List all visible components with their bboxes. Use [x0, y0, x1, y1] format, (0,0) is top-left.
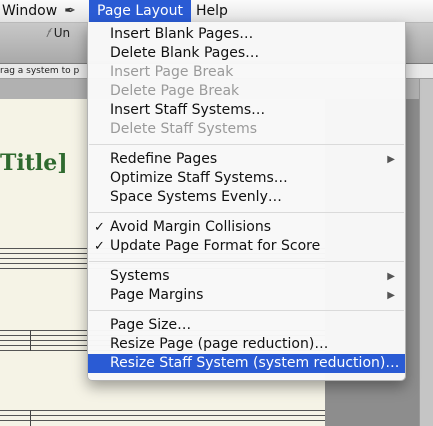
submenu-arrow-icon: ▶: [387, 290, 395, 301]
menu-item-label: Systems: [110, 268, 170, 284]
checkmark-icon: ✓: [94, 220, 105, 235]
menu-page-layout[interactable]: Page Layout: [89, 0, 191, 22]
script-icon[interactable]: ✒: [60, 0, 80, 22]
menu-item-label: Insert Blank Pages…: [110, 26, 254, 42]
menu-item-optimize-staff-systems[interactable]: Optimize Staff Systems…: [88, 169, 405, 188]
document-tab-label: Un: [53, 26, 71, 40]
submenu-arrow-icon: ▶: [387, 154, 395, 165]
menu-item-redefine-pages[interactable]: Redefine Pages ▶: [88, 150, 405, 169]
menu-item-insert-page-break: Insert Page Break: [88, 63, 405, 82]
checkmark-icon: ✓: [94, 239, 105, 254]
vertical-scrollbar[interactable]: [419, 79, 433, 426]
menu-item-insert-blank-pages[interactable]: Insert Blank Pages…: [88, 25, 405, 44]
menu-item-label: Space Systems Evenly…: [110, 189, 282, 205]
document-tab[interactable]: 𝑓 Un: [46, 26, 70, 41]
menu-item-space-systems-evenly[interactable]: Space Systems Evenly…: [88, 188, 405, 207]
menu-item-label: Delete Staff Systems: [110, 121, 257, 137]
menu-item-label: Insert Staff Systems…: [110, 102, 266, 118]
menu-item-update-page-format-for-score[interactable]: ✓ Update Page Format for Score: [88, 237, 405, 256]
barline: [30, 330, 31, 351]
finale-document-icon: 𝑓: [46, 26, 50, 40]
menu-item-label: Redefine Pages: [110, 151, 218, 167]
menu-item-page-margins[interactable]: Page Margins ▶: [88, 286, 405, 305]
menu-item-label: Optimize Staff Systems…: [110, 170, 288, 186]
page-layout-menu: Insert Blank Pages… Delete Blank Pages… In…: [87, 22, 406, 381]
menu-help[interactable]: Help: [188, 0, 236, 22]
menu-item-label: Delete Page Break: [110, 83, 240, 99]
score-title: Title]: [0, 150, 68, 176]
menu-item-delete-staff-systems: Delete Staff Systems: [88, 120, 405, 139]
menu-item-label: Insert Page Break: [110, 64, 234, 80]
menu-item-page-size[interactable]: Page Size…: [88, 316, 405, 335]
menu-item-resize-staff-system-system-reduction[interactable]: Resize Staff System (system reduction)…: [88, 354, 405, 373]
menu-item-resize-page-page-reduction[interactable]: Resize Page (page reduction)…: [88, 335, 405, 354]
menu-item-label: Page Margins: [110, 287, 204, 303]
menu-item-label: Update Page Format for Score: [110, 238, 321, 254]
menu-item-label: Resize Page (page reduction)…: [110, 336, 329, 352]
barline: [30, 410, 31, 426]
menu-separator: [89, 261, 404, 262]
menu-item-label: Page Size…: [110, 317, 192, 333]
menu-item-label: Delete Blank Pages…: [110, 45, 260, 61]
submenu-arrow-icon: ▶: [387, 271, 395, 282]
menu-item-systems[interactable]: Systems ▶: [88, 267, 405, 286]
menu-separator: [89, 144, 404, 145]
menu-item-delete-blank-pages[interactable]: Delete Blank Pages…: [88, 44, 405, 63]
menu-bar: Window ✒ Page Layout Help: [0, 0, 433, 23]
menu-item-insert-staff-systems[interactable]: Insert Staff Systems…: [88, 101, 405, 120]
staff-system: [0, 410, 325, 425]
menu-item-delete-page-break: Delete Page Break: [88, 82, 405, 101]
menu-separator: [89, 212, 404, 213]
menu-window[interactable]: Window: [0, 0, 65, 22]
menu-separator: [89, 310, 404, 311]
menu-item-label: Avoid Margin Collisions: [110, 219, 272, 235]
status-text: rag a system to p: [0, 66, 80, 76]
menu-item-avoid-margin-collisions[interactable]: ✓ Avoid Margin Collisions: [88, 218, 405, 237]
menu-item-label: Resize Staff System (system reduction)…: [110, 355, 400, 371]
